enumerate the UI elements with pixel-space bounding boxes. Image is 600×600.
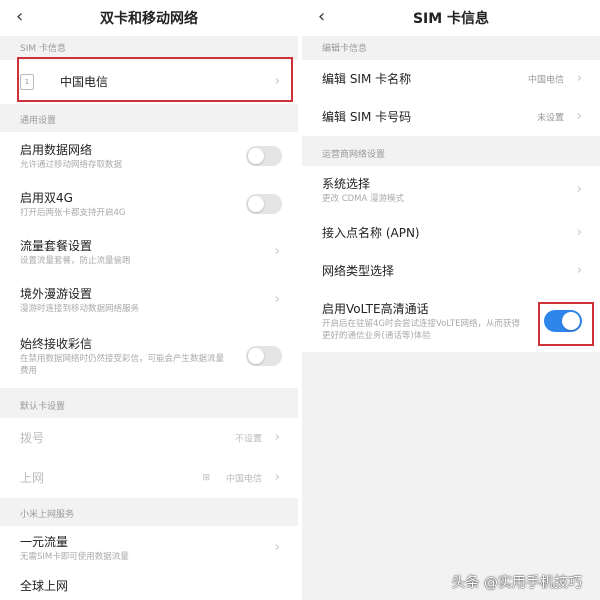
- section-label-general: 通用设置: [20, 116, 57, 126]
- highlight-box-sim-card: [17, 57, 293, 102]
- row-one-yuan-data[interactable]: 一元流量 无需SIM卡即可使用数据流量 ›: [0, 526, 298, 570]
- row-label: 网络类型选择: [322, 264, 395, 278]
- right-screen: ‹ SIM 卡信息 编辑卡信息 编辑 SIM 卡名称 中国电信 › 编辑 SIM…: [302, 0, 600, 600]
- row-edit-sim-number[interactable]: 编辑 SIM 卡号码 未设置 ›: [302, 98, 600, 136]
- row-label: 一元流量: [20, 534, 69, 549]
- section-label-default-card: 默认卡设置: [20, 402, 66, 412]
- sim-slot-icon: ⊞: [202, 473, 210, 483]
- row-always-mms[interactable]: 始终接收彩信 在禁用数据网络时仍然接受彩信，可能会产生数据流量费用: [0, 324, 298, 388]
- row-edit-sim-name[interactable]: 编辑 SIM 卡名称 中国电信 ›: [302, 60, 600, 98]
- back-icon[interactable]: ‹: [318, 7, 325, 27]
- row-sub: 漫游时连接到移动数据网络服务: [20, 303, 140, 314]
- row-dial[interactable]: 拨号 不设置 ›: [0, 418, 298, 458]
- row-enable-data[interactable]: 启用数据网络 允许通过移动网络存取数据: [0, 132, 298, 180]
- chevron-right-icon: ›: [576, 225, 582, 240]
- row-apn[interactable]: 接入点名称 (APN) ›: [302, 214, 600, 252]
- toggle-knob: [248, 348, 264, 364]
- right-header: ‹ SIM 卡信息: [302, 0, 600, 36]
- row-value: 未设置: [536, 113, 564, 124]
- row-global-internet[interactable]: 全球上网: [0, 570, 298, 600]
- toggle-switch[interactable]: [246, 346, 282, 366]
- row-system-select[interactable]: 系统选择 更改 CDMA 漫游模式 ›: [302, 166, 600, 214]
- row-value: 不设置: [234, 434, 262, 445]
- section-label-carrier: 运营商网络设置: [322, 150, 386, 160]
- mi-net-group: 一元流量 无需SIM卡即可使用数据流量 › 全球上网: [0, 526, 298, 600]
- row-label: 始终接收彩信: [20, 336, 93, 351]
- row-network-type[interactable]: 网络类型选择 ›: [302, 252, 600, 290]
- highlight-box-volte-toggle: [538, 302, 594, 346]
- general-settings-group: 启用数据网络 允许通过移动网络存取数据 启用双4G 打开后两张卡都支持开启4G …: [0, 132, 298, 388]
- row-label: 境外漫游设置: [20, 286, 93, 301]
- row-sub: 打开后两张卡都支持开启4G: [20, 207, 126, 218]
- row-label: 接入点名称 (APN): [322, 226, 420, 240]
- row-label: 启用数据网络: [20, 142, 93, 157]
- chevron-right-icon: ›: [274, 470, 280, 485]
- row-value: 中国电信: [225, 474, 262, 485]
- default-card-group: 拨号 不设置 › 上网 中国电信 ⊞ ›: [0, 418, 298, 498]
- chevron-right-icon: ›: [274, 292, 280, 307]
- row-value: 中国电信: [527, 75, 564, 86]
- row-sub: 允许通过移动网络存取数据: [20, 159, 123, 170]
- row-sub: 无需SIM卡即可使用数据流量: [20, 551, 129, 562]
- row-data-plan[interactable]: 流量套餐设置 设置流量套餐，防止流量偷跑 ›: [0, 228, 298, 276]
- chevron-right-icon: ›: [274, 430, 280, 445]
- row-label: 全球上网: [20, 579, 69, 593]
- row-sub: 设置流量套餐，防止流量偷跑: [20, 255, 131, 266]
- section-label-mi-net: 小米上网服务: [20, 510, 75, 520]
- chevron-right-icon: ›: [274, 244, 280, 259]
- edit-card-group: 编辑 SIM 卡名称 中国电信 › 编辑 SIM 卡号码 未设置 ›: [302, 60, 600, 136]
- row-label: 流量套餐设置: [20, 238, 93, 253]
- watermark-text: 头条 @实用手机技巧: [451, 575, 582, 591]
- row-label: 系统选择: [322, 176, 371, 191]
- chevron-right-icon: ›: [576, 263, 582, 278]
- back-icon[interactable]: ‹: [16, 7, 23, 27]
- toggle-knob: [248, 148, 264, 164]
- row-dual-4g[interactable]: 启用双4G 打开后两张卡都支持开启4G: [0, 180, 298, 228]
- left-header: ‹ 双卡和移动网络: [0, 0, 298, 36]
- chevron-right-icon: ›: [274, 540, 280, 555]
- row-label: 启用双4G: [20, 190, 73, 205]
- row-label: 启用VoLTE高清通话: [322, 301, 429, 316]
- toggle-switch[interactable]: [246, 194, 282, 214]
- chevron-right-icon: ›: [576, 71, 582, 86]
- left-screen: ‹ 双卡和移动网络 SIM 卡信息 1 中国电信 › 通用设置 启用数据网络 允…: [0, 0, 298, 600]
- section-label-edit-card: 编辑卡信息: [322, 44, 368, 54]
- toggle-knob: [248, 196, 264, 212]
- chevron-right-icon: ›: [576, 182, 582, 197]
- row-sub: 在禁用数据网络时仍然接受彩信，可能会产生数据流量费用: [20, 353, 225, 376]
- page-title: SIM 卡信息: [412, 11, 490, 27]
- chevron-right-icon: ›: [576, 109, 582, 124]
- row-sub: 更改 CDMA 漫游模式: [322, 193, 405, 204]
- row-roaming[interactable]: 境外漫游设置 漫游时连接到移动数据网络服务 ›: [0, 276, 298, 324]
- row-internet[interactable]: 上网 中国电信 ⊞ ›: [0, 458, 298, 498]
- toggle-switch[interactable]: [246, 146, 282, 166]
- page-title: 双卡和移动网络: [100, 11, 198, 27]
- row-sub: 开启后在驻留4G时会尝试连接VoLTE网络，从而获得更好的通信业务(通话等)体验: [322, 318, 520, 341]
